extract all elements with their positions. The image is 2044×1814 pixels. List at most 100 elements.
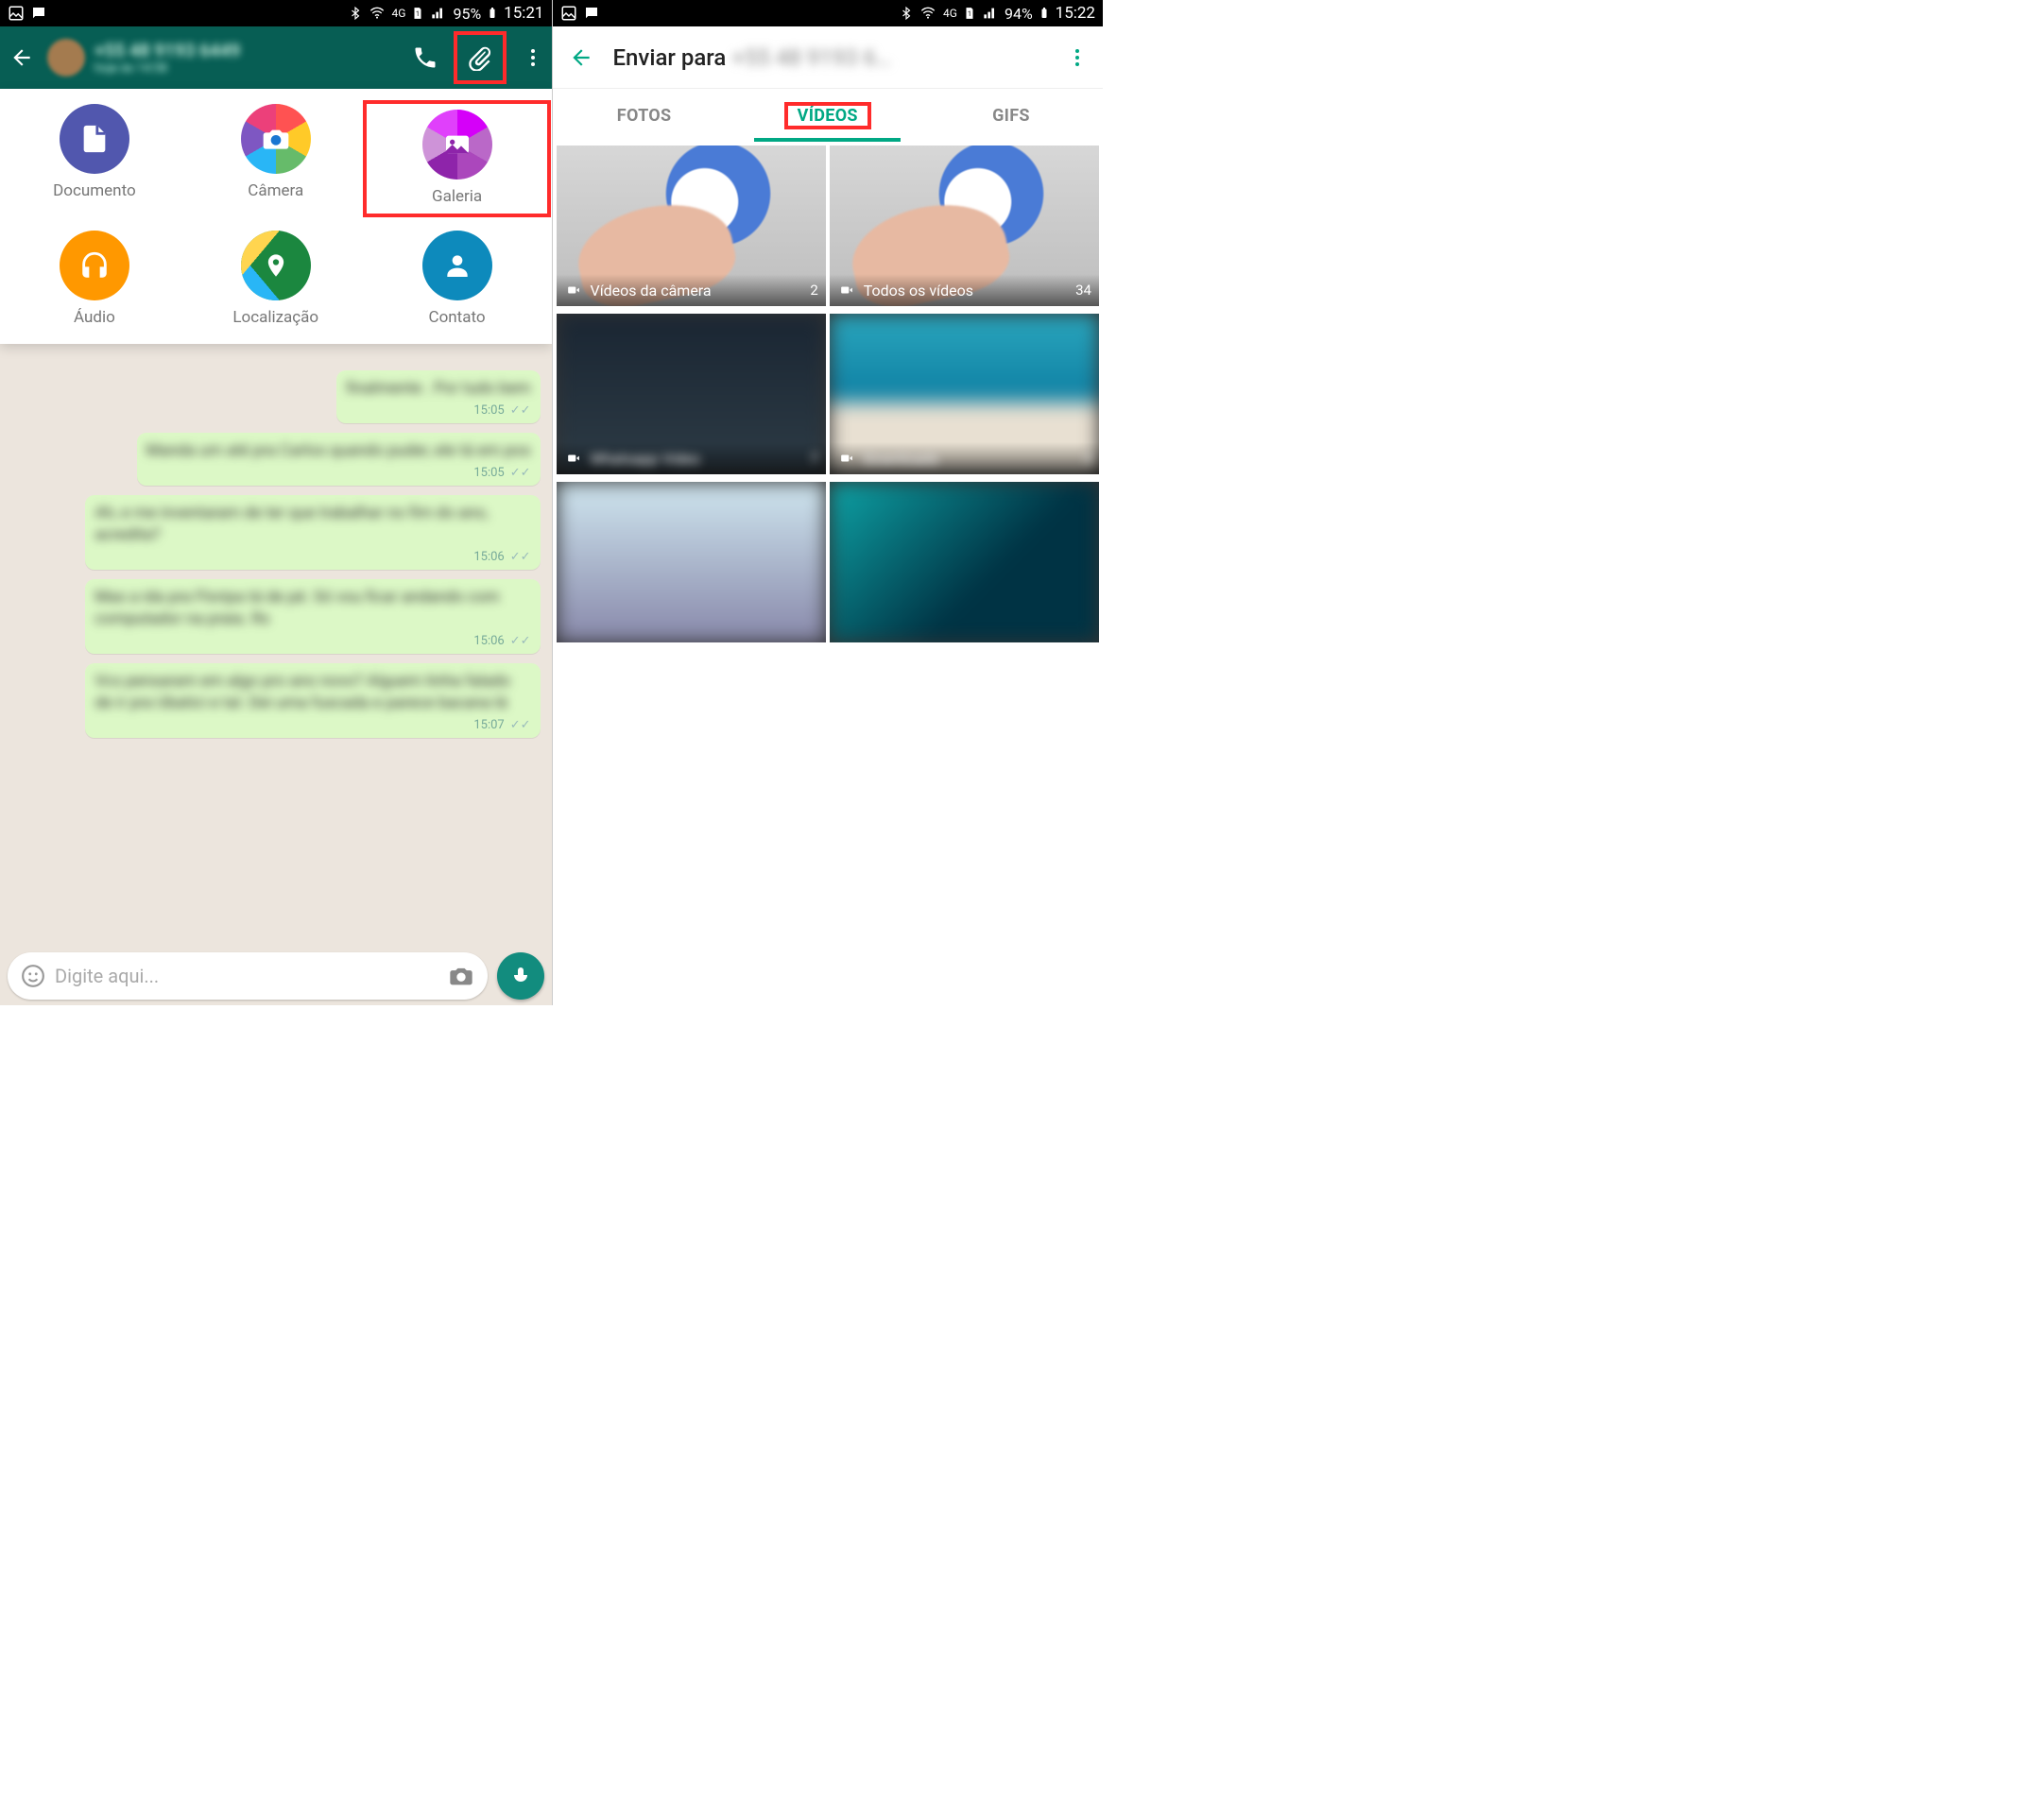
- screen-gallery: 4G 1 94% 15:22 Enviar para +55 48 9193 6…: [552, 0, 1104, 1005]
- sim-icon: 1: [411, 6, 424, 21]
- battery-percent: 94%: [1005, 5, 1033, 23]
- screen-chat: 4G 1 95% 15:21 +55 48 9193 6449 hoje às …: [0, 0, 552, 1005]
- more-icon[interactable]: [522, 46, 544, 69]
- album-item[interactable]: Downloads 3: [830, 314, 1099, 474]
- album-item[interactable]: Whatsapp Video 7: [557, 314, 826, 474]
- tab-videos[interactable]: VÍDEOS: [736, 89, 919, 142]
- signal-icon: [430, 6, 447, 21]
- bluetooth-icon: [900, 5, 913, 22]
- location-pin-icon: [263, 249, 289, 282]
- mic-icon: [509, 965, 532, 987]
- message-bubble[interactable]: Vcs pensaram em algo pro ano novo? Algue…: [85, 663, 540, 738]
- chat-icon: [583, 5, 600, 22]
- album-all-videos[interactable]: Todos os vídeos 34: [830, 145, 1099, 306]
- message-bubble[interactable]: finalmente . Por tudo bem 15:05✓✓: [336, 370, 540, 423]
- battery-icon: [1039, 5, 1050, 22]
- message-time: 15:05: [473, 403, 504, 418]
- attach-audio-label: Áudio: [74, 308, 115, 327]
- album-item[interactable]: [830, 482, 1099, 642]
- delivered-icon: ✓✓: [510, 466, 531, 480]
- picture-icon: [8, 5, 25, 22]
- message-time: 15:06: [473, 634, 504, 648]
- attach-gallery-label: Galeria: [432, 187, 482, 206]
- tab-gifs[interactable]: GIFS: [919, 89, 1103, 142]
- signal-icon: [982, 6, 999, 21]
- sim-icon: 1: [963, 6, 976, 21]
- page-title: Enviar para +55 48 9193 6…: [613, 44, 1049, 71]
- message-input[interactable]: Digite aqui...: [8, 952, 488, 1000]
- picture-icon: [560, 5, 577, 22]
- attachment-panel: Documento Câmera Galeria Áudio Loca: [0, 89, 552, 344]
- message-bubble[interactable]: Mas a ida pra Floripa tá de pé. Só vou f…: [85, 579, 540, 654]
- call-icon[interactable]: [412, 44, 438, 71]
- attach-button[interactable]: [455, 33, 505, 82]
- messages-list[interactable]: finalmente . Por tudo bem 15:05✓✓ Manda …: [0, 363, 552, 947]
- camera-input-icon[interactable]: [448, 963, 474, 989]
- chat-header: +55 48 9193 6449 hoje às 14:58: [0, 26, 552, 89]
- delivered-icon: ✓✓: [510, 634, 531, 648]
- battery-percent: 95%: [453, 5, 481, 23]
- delivered-icon: ✓✓: [510, 718, 531, 732]
- svg-text:1: 1: [968, 10, 971, 18]
- back-button[interactable]: [6, 35, 38, 80]
- more-albums-row[interactable]: Whatsapp Video 7 Downloads 3: [553, 310, 1104, 478]
- video-icon: [564, 452, 583, 465]
- tab-fotos[interactable]: FOTOS: [553, 89, 736, 142]
- avatar[interactable]: [47, 39, 85, 77]
- video-icon: [564, 283, 583, 297]
- attach-contact-label: Contato: [429, 308, 486, 327]
- album-name: Todos os vídeos: [864, 282, 1075, 299]
- more-albums-row-2[interactable]: [553, 478, 1104, 646]
- attach-audio[interactable]: Áudio: [4, 231, 185, 327]
- message-time: 15:07: [473, 718, 504, 732]
- attach-location-label: Localização: [232, 308, 318, 327]
- album-camera-videos[interactable]: Vídeos da câmera 2: [557, 145, 826, 306]
- statusbar-left: 4G 1 95% 15:21: [0, 0, 552, 26]
- input-bar: Digite aqui...: [8, 952, 544, 1000]
- send-to-header: Enviar para +55 48 9193 6…: [553, 26, 1104, 89]
- attach-camera[interactable]: Câmera: [185, 104, 367, 214]
- clock-label: 15:22: [1056, 4, 1095, 23]
- emoji-icon[interactable]: [21, 964, 45, 988]
- wifi-icon: [919, 6, 937, 21]
- attach-location[interactable]: Localização: [185, 231, 367, 327]
- message-time: 15:06: [473, 550, 504, 564]
- statusbar-right: 4G 1 94% 15:22: [553, 0, 1104, 26]
- mic-button[interactable]: [497, 952, 544, 1000]
- attach-document[interactable]: Documento: [4, 104, 185, 214]
- svg-text:1: 1: [416, 10, 420, 18]
- attach-camera-label: Câmera: [248, 181, 303, 200]
- album-count: 2: [810, 282, 817, 299]
- attach-document-label: Documento: [53, 181, 136, 200]
- camera-colored-icon: [261, 124, 291, 154]
- message-time: 15:05: [473, 466, 504, 480]
- network-type-label: 4G: [943, 7, 957, 20]
- tabs: FOTOS VÍDEOS GIFS: [553, 89, 1104, 142]
- bluetooth-icon: [349, 5, 362, 22]
- document-icon: [78, 123, 111, 155]
- attach-contact[interactable]: Contato: [367, 231, 548, 327]
- headphones-icon: [78, 249, 111, 282]
- contact-title[interactable]: +55 48 9193 6449 hoje às 14:58: [94, 40, 403, 76]
- delivered-icon: ✓✓: [510, 403, 531, 418]
- delivered-icon: ✓✓: [510, 550, 531, 564]
- attach-gallery[interactable]: Galeria: [367, 104, 548, 214]
- send-to-label: Enviar para: [613, 44, 727, 71]
- video-albums-grid[interactable]: Vídeos da câmera 2 Todos os vídeos 34: [553, 142, 1104, 310]
- wifi-icon: [368, 6, 386, 21]
- message-input-placeholder: Digite aqui...: [45, 965, 448, 987]
- person-icon: [442, 250, 472, 281]
- album-name: Vídeos da câmera: [591, 282, 811, 299]
- battery-icon: [487, 5, 498, 22]
- album-count: 34: [1075, 282, 1091, 299]
- gallery-icon: [442, 129, 472, 160]
- message-bubble[interactable]: Manda um até pra Carlos quando puder, el…: [137, 433, 541, 486]
- chat-icon: [30, 5, 47, 22]
- video-icon: [837, 452, 856, 465]
- message-bubble[interactable]: Ah, e me inventaram de ter que trabalhar…: [85, 495, 540, 570]
- back-button[interactable]: [562, 39, 600, 77]
- more-icon[interactable]: [1061, 39, 1093, 77]
- clock-label: 15:21: [504, 4, 543, 23]
- video-icon: [837, 283, 856, 297]
- album-item[interactable]: [557, 482, 826, 642]
